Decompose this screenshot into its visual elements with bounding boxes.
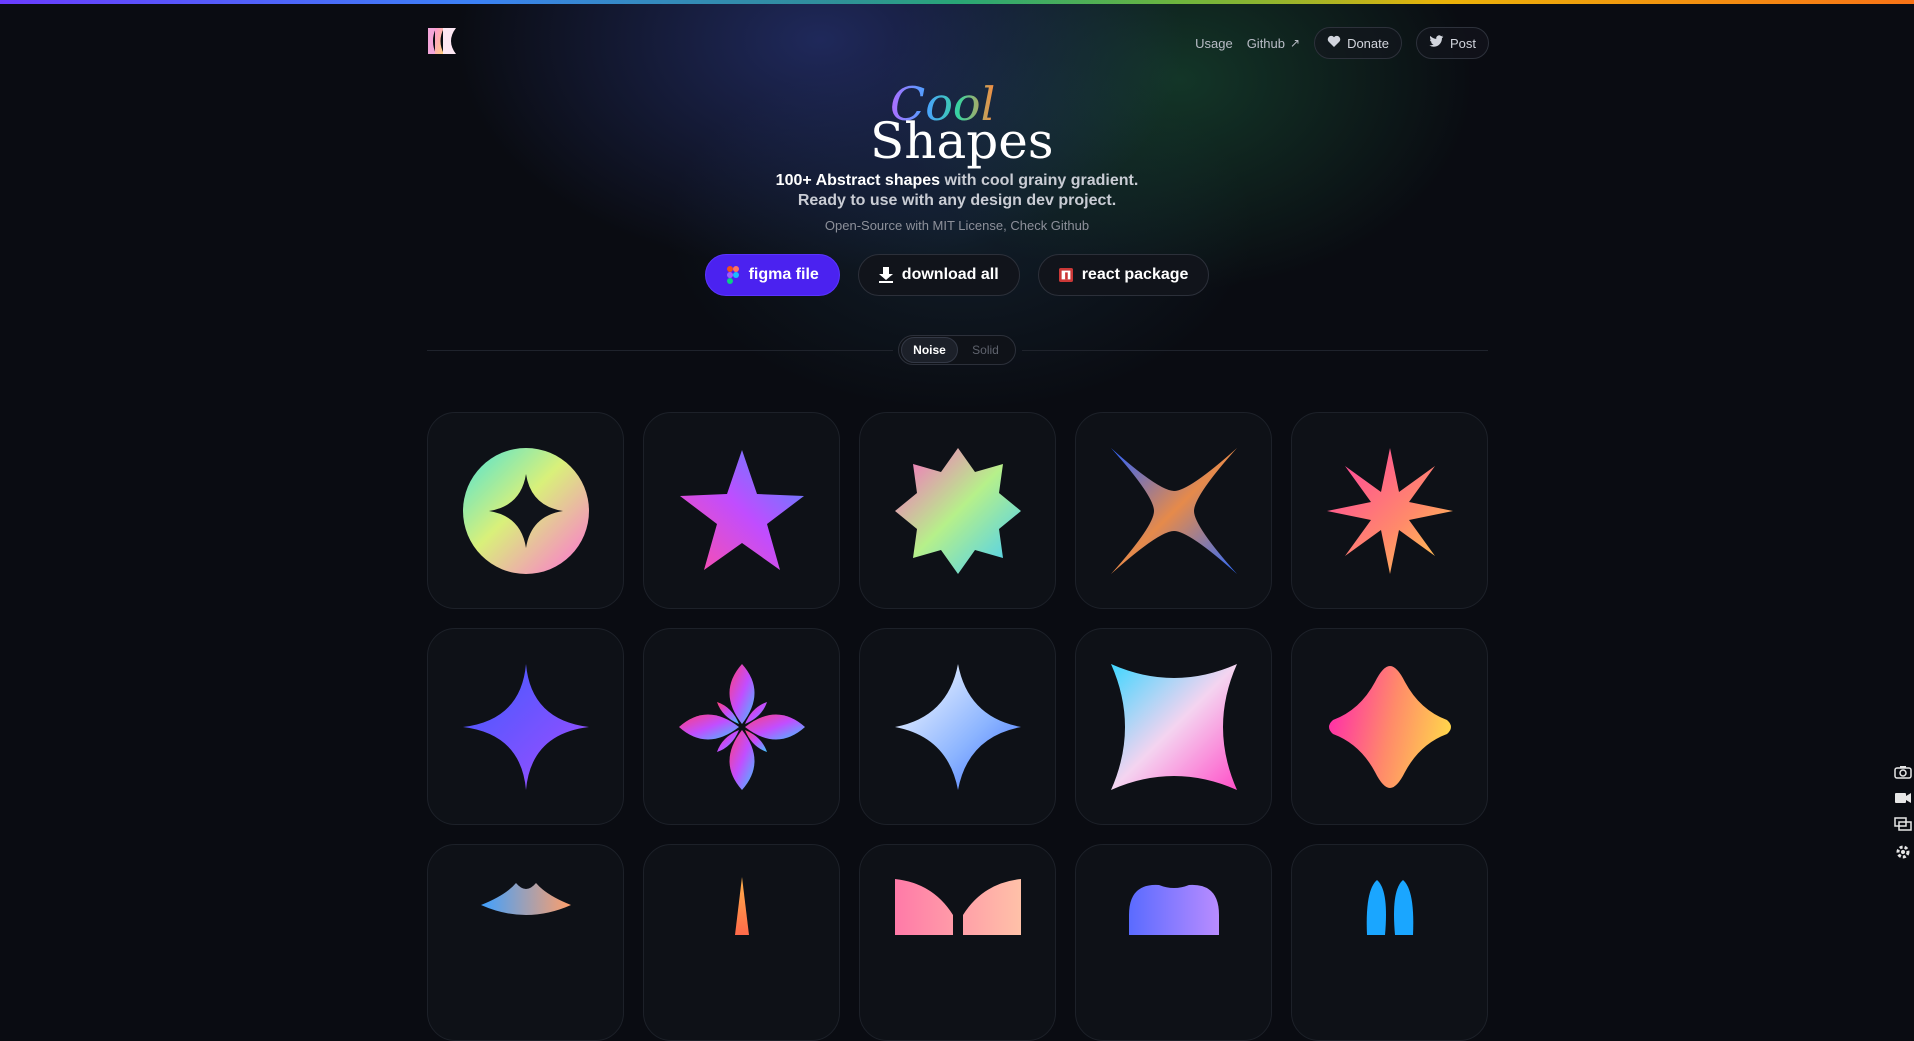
- download-all-label: download all: [901, 266, 999, 283]
- post-button[interactable]: Post: [1415, 27, 1489, 59]
- action-buttons: figma file download all react package: [0, 254, 1914, 296]
- camera-icon[interactable]: [1894, 765, 1912, 783]
- nav-github-link[interactable]: Github ↗: [1247, 36, 1300, 51]
- figma-file-label: figma file: [748, 266, 819, 283]
- hero-subtitle-rest: with cool grainy gradient.: [940, 172, 1139, 189]
- side-toolbar: [1892, 765, 1914, 890]
- figma-icon: [726, 266, 740, 284]
- shape-card[interactable]: [427, 628, 624, 825]
- npm-icon: [1058, 267, 1073, 283]
- shape-card[interactable]: [1075, 628, 1272, 825]
- download-all-button[interactable]: download all: [857, 254, 1020, 296]
- five-point-star-shape: [679, 449, 804, 570]
- react-package-label: react package: [1081, 266, 1189, 283]
- twitter-bird-icon: [1429, 35, 1444, 51]
- shape-card[interactable]: [1291, 628, 1488, 825]
- shape-card[interactable]: [643, 844, 840, 1041]
- star-in-circle-shape: [462, 447, 589, 574]
- donate-button[interactable]: Donate: [1314, 27, 1402, 59]
- x-cross-star-shape: [1110, 447, 1237, 574]
- shapes-grid: [427, 412, 1488, 1041]
- heart-icon: [1327, 35, 1341, 51]
- hero-logotype: Cool Shapes: [860, 70, 1060, 170]
- shape-card[interactable]: [859, 844, 1056, 1041]
- shape-card[interactable]: [643, 412, 840, 609]
- shape-card[interactable]: [859, 628, 1056, 825]
- shape-card[interactable]: [1291, 844, 1488, 1041]
- four-petal-flower-shape: [678, 663, 805, 790]
- settings-gear-icon[interactable]: [1894, 843, 1912, 865]
- figma-file-button[interactable]: figma file: [704, 254, 840, 296]
- hero-title-word: Shapes: [870, 112, 1054, 170]
- sharp-eight-point-star-shape: [1326, 447, 1453, 574]
- shape-card[interactable]: [643, 628, 840, 825]
- nav-usage-link[interactable]: Usage: [1195, 36, 1233, 51]
- spike-shape: [734, 877, 749, 935]
- rounded-diamond-shape: [1328, 665, 1451, 788]
- post-label: Post: [1449, 35, 1476, 51]
- top-nav: Usage Github ↗ Donate Post: [1195, 25, 1489, 61]
- hero-subtitle-line1: 100+ Abstract shapes with cool grainy gr…: [0, 171, 1914, 191]
- eight-point-star-shape: [894, 447, 1021, 574]
- divider-right: [1022, 350, 1488, 351]
- shape-card[interactable]: [1075, 412, 1272, 609]
- video-icon[interactable]: [1894, 791, 1912, 809]
- gradient-top-bar: [0, 0, 1914, 4]
- blob-shape: [1128, 884, 1219, 935]
- download-arrow-icon: [878, 267, 893, 283]
- cool-shapes-logo-icon[interactable]: [426, 26, 458, 56]
- react-package-button[interactable]: react package: [1037, 254, 1210, 296]
- toggle-solid-option[interactable]: Solid: [958, 337, 1013, 363]
- bowtie-shape: [894, 879, 1021, 935]
- shape-card[interactable]: [1075, 844, 1272, 1041]
- donate-label: Donate: [1347, 35, 1389, 51]
- crescent-shape: [480, 883, 571, 915]
- shape-card[interactable]: [859, 412, 1056, 609]
- hero-subtitle-strong: 100+ Abstract shapes: [775, 172, 941, 189]
- copy-windows-icon[interactable]: [1894, 817, 1912, 835]
- toggle-noise-option[interactable]: Noise: [901, 337, 958, 363]
- license-note: Open-Source with MIT License, Check Gith…: [824, 218, 1090, 233]
- four-point-sparkle-shape: [462, 663, 589, 790]
- shape-card[interactable]: [427, 412, 624, 609]
- shape-card[interactable]: [1291, 412, 1488, 609]
- divider-left: [427, 350, 893, 351]
- style-toggle: Noise Solid: [898, 335, 1016, 365]
- nav-github-label: Github: [1246, 35, 1285, 51]
- curved-sparkle-shape: [894, 663, 1021, 790]
- hero-subtitle-line2: Ready to use with any design dev project…: [797, 192, 1117, 209]
- bunny-ears-shape: [1366, 880, 1413, 935]
- external-arrow-icon: ↗: [1290, 36, 1301, 50]
- concave-square-shape: [1110, 663, 1237, 790]
- shape-card[interactable]: [427, 844, 624, 1041]
